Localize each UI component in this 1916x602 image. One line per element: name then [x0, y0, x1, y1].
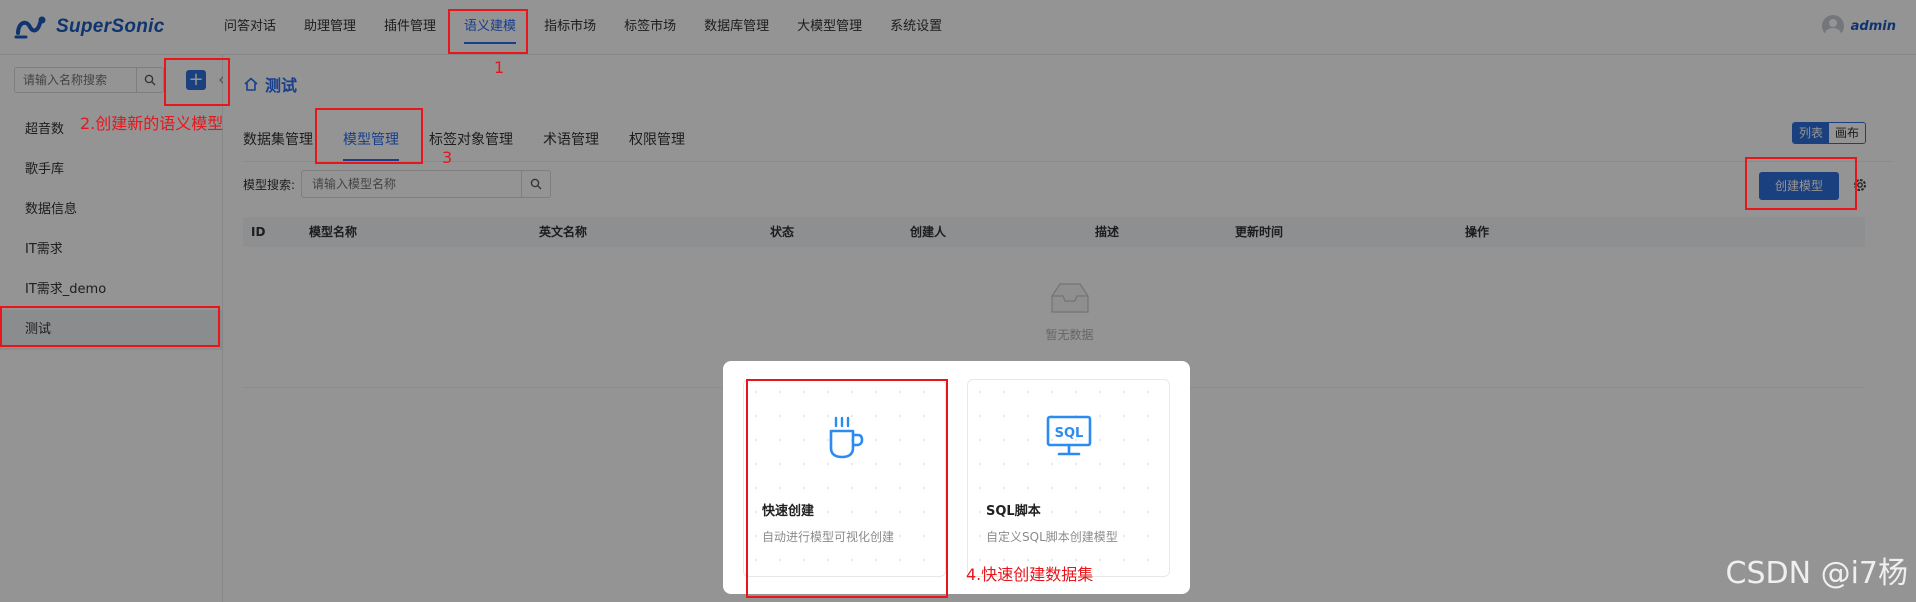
annotation-label-4: 4.快速创建数据集: [966, 565, 1094, 584]
annotation-label-2: 2.创建新的语义模型: [80, 114, 224, 133]
annotation-box-2: [164, 58, 230, 106]
sql-monitor-icon: SQL: [1046, 415, 1091, 456]
sql-script-desc: 自定义SQL脚本创建模型: [986, 530, 1118, 544]
annotation-box-3: [315, 108, 423, 164]
watermark: CSDN @i7杨: [1725, 556, 1909, 591]
sql-script-card[interactable]: SQL SQL脚本 自定义SQL脚本创建模型: [967, 379, 1170, 577]
annotation-box-1: [448, 9, 528, 54]
sql-script-title: SQL脚本: [986, 504, 1041, 519]
annotation-box-create: [1745, 157, 1857, 210]
annotation-label-1: 1: [494, 58, 505, 77]
sql-icon-text: SQL: [1054, 426, 1083, 441]
annotation-box-4: [746, 379, 948, 598]
annotation-label-3: 3: [442, 148, 453, 167]
annotation-box-sidebar-item: [0, 306, 220, 347]
app-window: SuperSonic 问答对话 助理管理 插件管理 语义建模 指标市场 标签市场 数据库管理…: [0, 0, 1916, 602]
